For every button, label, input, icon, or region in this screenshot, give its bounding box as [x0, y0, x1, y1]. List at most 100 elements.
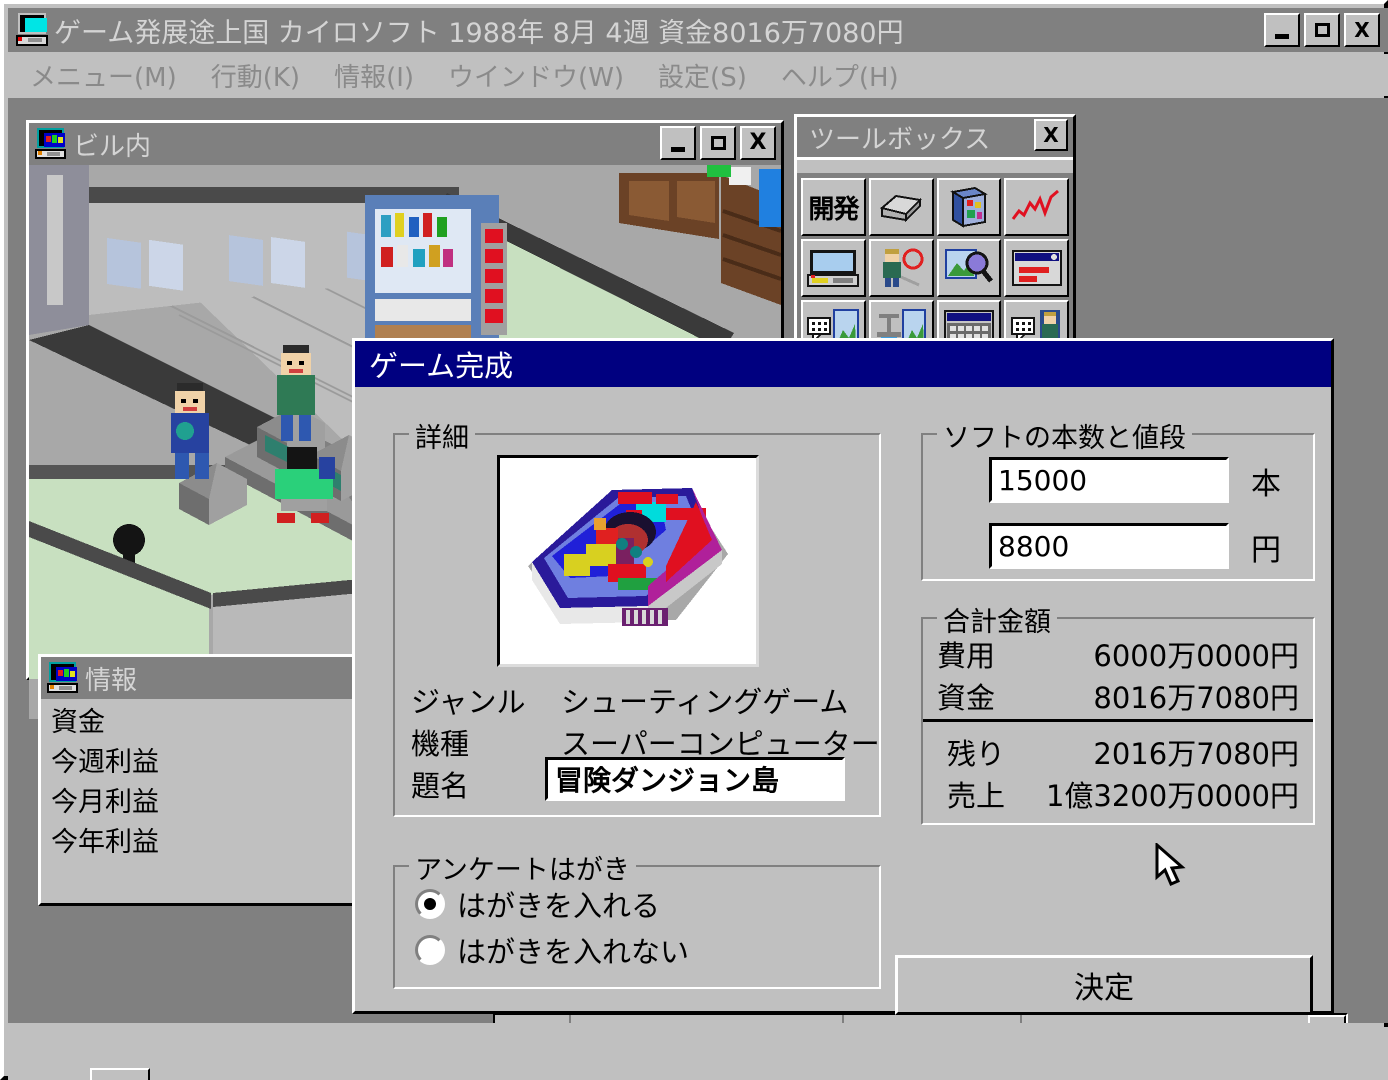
price-suffix-label: 円 [1251, 533, 1281, 568]
game-box-art [497, 455, 759, 667]
cartridge-icon [880, 194, 923, 223]
detail-group: 詳細 ジャンル シューティングゲーム 機種 スーパーコンピューター 題名 冒険ダ… [393, 416, 881, 817]
info-label: 今週利益 [51, 746, 159, 778]
detail-key-genre: ジャンル [411, 685, 526, 719]
minimize-button[interactable] [660, 126, 696, 160]
minimize-button[interactable] [1264, 13, 1300, 47]
taskbar-chip[interactable] [90, 1068, 150, 1080]
units-input[interactable]: 15000 [989, 457, 1229, 503]
computer-icon [47, 662, 79, 694]
total-row-cost: 費用 6000万0000円 [937, 633, 1299, 675]
window-bars-icon [1011, 250, 1062, 286]
computer-icon [16, 13, 50, 47]
radio-button-icon[interactable] [415, 889, 445, 919]
info-label: 今月利益 [51, 786, 159, 818]
dialog-title-text: ゲーム完成 [369, 349, 514, 383]
building-window-title: ビル内 [73, 131, 152, 162]
menu-item-action[interactable]: 行動(K) [211, 57, 300, 94]
map-magnifier-icon [944, 249, 993, 283]
tool-sales-chart[interactable] [1004, 178, 1069, 236]
game-complete-dialog: ゲーム完成 詳細 ジャンル シューティングゲーム 機種 スーパーコンピューター … [352, 338, 1334, 1015]
screen: ゲーム発展途上国 カイロソフト 1988年 8月 4週 資金8016万7080円… [0, 0, 1388, 1080]
quantity-price-group: ソフトの本数と値段 15000 本 8800 円 [921, 416, 1315, 581]
toolbox-separator [797, 157, 1073, 173]
remaining-value: 2016万7080円 [1093, 737, 1299, 771]
funds-label: 資金 [937, 681, 996, 715]
total-row-funds: 資金 8016万7080円 [937, 675, 1299, 717]
radio-label: はがきを入れない [457, 935, 690, 969]
monitor-icon [807, 250, 860, 287]
quantity-price-group-label: ソフトの本数と値段 [937, 416, 1192, 455]
confirm-button[interactable]: 決定 [895, 955, 1313, 1015]
total-row-sales: 売上 1億3200万0000円 [947, 773, 1299, 815]
computer-icon [35, 128, 67, 160]
menu-item-setting[interactable]: 設定(S) [658, 57, 747, 94]
game-box-icon [950, 186, 988, 228]
menu-item-menu[interactable]: メニュー(M) [30, 57, 177, 94]
menu-item-info[interactable]: 情報(I) [334, 57, 414, 94]
app-title-text: ゲーム発展途上国 カイロソフト 1988年 8月 4週 資金8016万7080円 [54, 17, 904, 49]
tool-game-box[interactable] [936, 178, 1002, 236]
detail-group-label: 詳細 [409, 416, 475, 455]
tool-report[interactable] [1004, 239, 1069, 297]
status-bar [8, 1027, 1388, 1080]
tool-staff[interactable] [868, 239, 934, 297]
funds-value: 8016万7080円 [1093, 681, 1299, 715]
radio-exclude-postcard[interactable]: はがきを入れない [415, 929, 689, 971]
dropdown-arrow-icon[interactable]: ▼ [1308, 1015, 1346, 1023]
close-button[interactable]: X [740, 126, 776, 160]
tool-research[interactable] [936, 239, 1002, 297]
maximize-button[interactable] [700, 126, 736, 160]
mouse-cursor [1155, 841, 1189, 889]
maximize-button[interactable] [1304, 13, 1340, 47]
remaining-label: 残り [947, 737, 1006, 771]
person-circle-icon [883, 248, 924, 287]
survey-group-label: アンケートはがき [409, 848, 636, 887]
game-title-input[interactable]: 冒険ダンジョン島 [545, 757, 845, 801]
rank-title: モンゴル帝国の逆襲 [571, 1017, 842, 1024]
total-row-remaining: 残り 2016万7080円 [947, 731, 1299, 773]
tool-console[interactable] [801, 239, 866, 297]
dialog-body: 詳細 ジャンル シューティングゲーム 機種 スーパーコンピューター 題名 冒険ダ… [355, 387, 1331, 1015]
cost-label: 費用 [937, 639, 996, 673]
info-label: 資金 [51, 707, 105, 738]
tool-develop[interactable]: 開発 [801, 178, 866, 236]
toolbox-title: ツールボックス [809, 124, 991, 155]
mdi-workspace: ビル内 X ツールボックス X 開発 情報 資金 今週利益 今月利益 今年利益 … [8, 98, 1388, 1023]
survey-postcard-group: アンケートはがき はがきを入れる はがきを入れない [393, 848, 881, 989]
toolbox-button-grid: 開発 [797, 173, 1073, 363]
radio-button-icon[interactable] [415, 935, 445, 965]
price-input[interactable]: 8800 [989, 523, 1229, 569]
toolbox-title-bar: ツールボックス X [797, 117, 1073, 157]
chart-line-icon [1011, 189, 1059, 220]
total-amount-group-label: 合計金額 [937, 600, 1057, 639]
application-window: ゲーム発展途上国 カイロソフト 1988年 8月 4週 資金8016万7080円… [0, 0, 1388, 1080]
detail-row-title: 題名 [411, 763, 561, 805]
info-window-title: 情報 [85, 665, 138, 696]
detail-key-title: 題名 [411, 769, 470, 803]
total-divider [923, 719, 1313, 722]
tool-cartridge[interactable] [868, 178, 934, 236]
rank-company: 株式会社 鴻池 [1022, 1017, 1308, 1024]
menu-item-window[interactable]: ウインドウ(W) [448, 57, 624, 94]
ranking-row-content: 5 モンゴル帝国の逆襲 64000本 株式会社 鴻池 ▼ [495, 1015, 1346, 1023]
sales-value: 1億3200万0000円 [1045, 779, 1299, 813]
sales-label: 売上 [947, 779, 1006, 813]
building-window-title-bar: ビル内 X [29, 123, 781, 165]
detail-key-platform: 機種 [411, 727, 470, 761]
total-amount-group: 合計金額 費用 6000万0000円 資金 8016万7080円 残り 2016… [921, 600, 1315, 825]
menu-item-help[interactable]: ヘルプ(H) [781, 57, 899, 94]
app-title-bar: ゲーム発展途上国 カイロソフト 1988年 8月 4週 資金8016万7080円… [8, 8, 1388, 52]
cost-value: 6000万0000円 [1093, 639, 1299, 673]
close-button[interactable]: X [1344, 13, 1380, 47]
rank-number: 5 [495, 1020, 569, 1023]
rank-units: 64000本 [844, 1017, 1020, 1024]
detail-row-genre: ジャンル シューティングゲーム [411, 679, 848, 721]
develop-label: 開発 [808, 194, 859, 225]
building-window-controls: X [660, 126, 776, 160]
toolbox-window: ツールボックス X 開発 [794, 114, 1076, 363]
close-icon[interactable]: X [1034, 119, 1068, 151]
menu-bar: メニュー(M) 行動(K) 情報(I) ウインドウ(W) 設定(S) ヘルプ(H… [8, 54, 1388, 96]
units-suffix-label: 本 [1251, 467, 1281, 502]
radio-include-postcard[interactable]: はがきを入れる [415, 883, 660, 925]
